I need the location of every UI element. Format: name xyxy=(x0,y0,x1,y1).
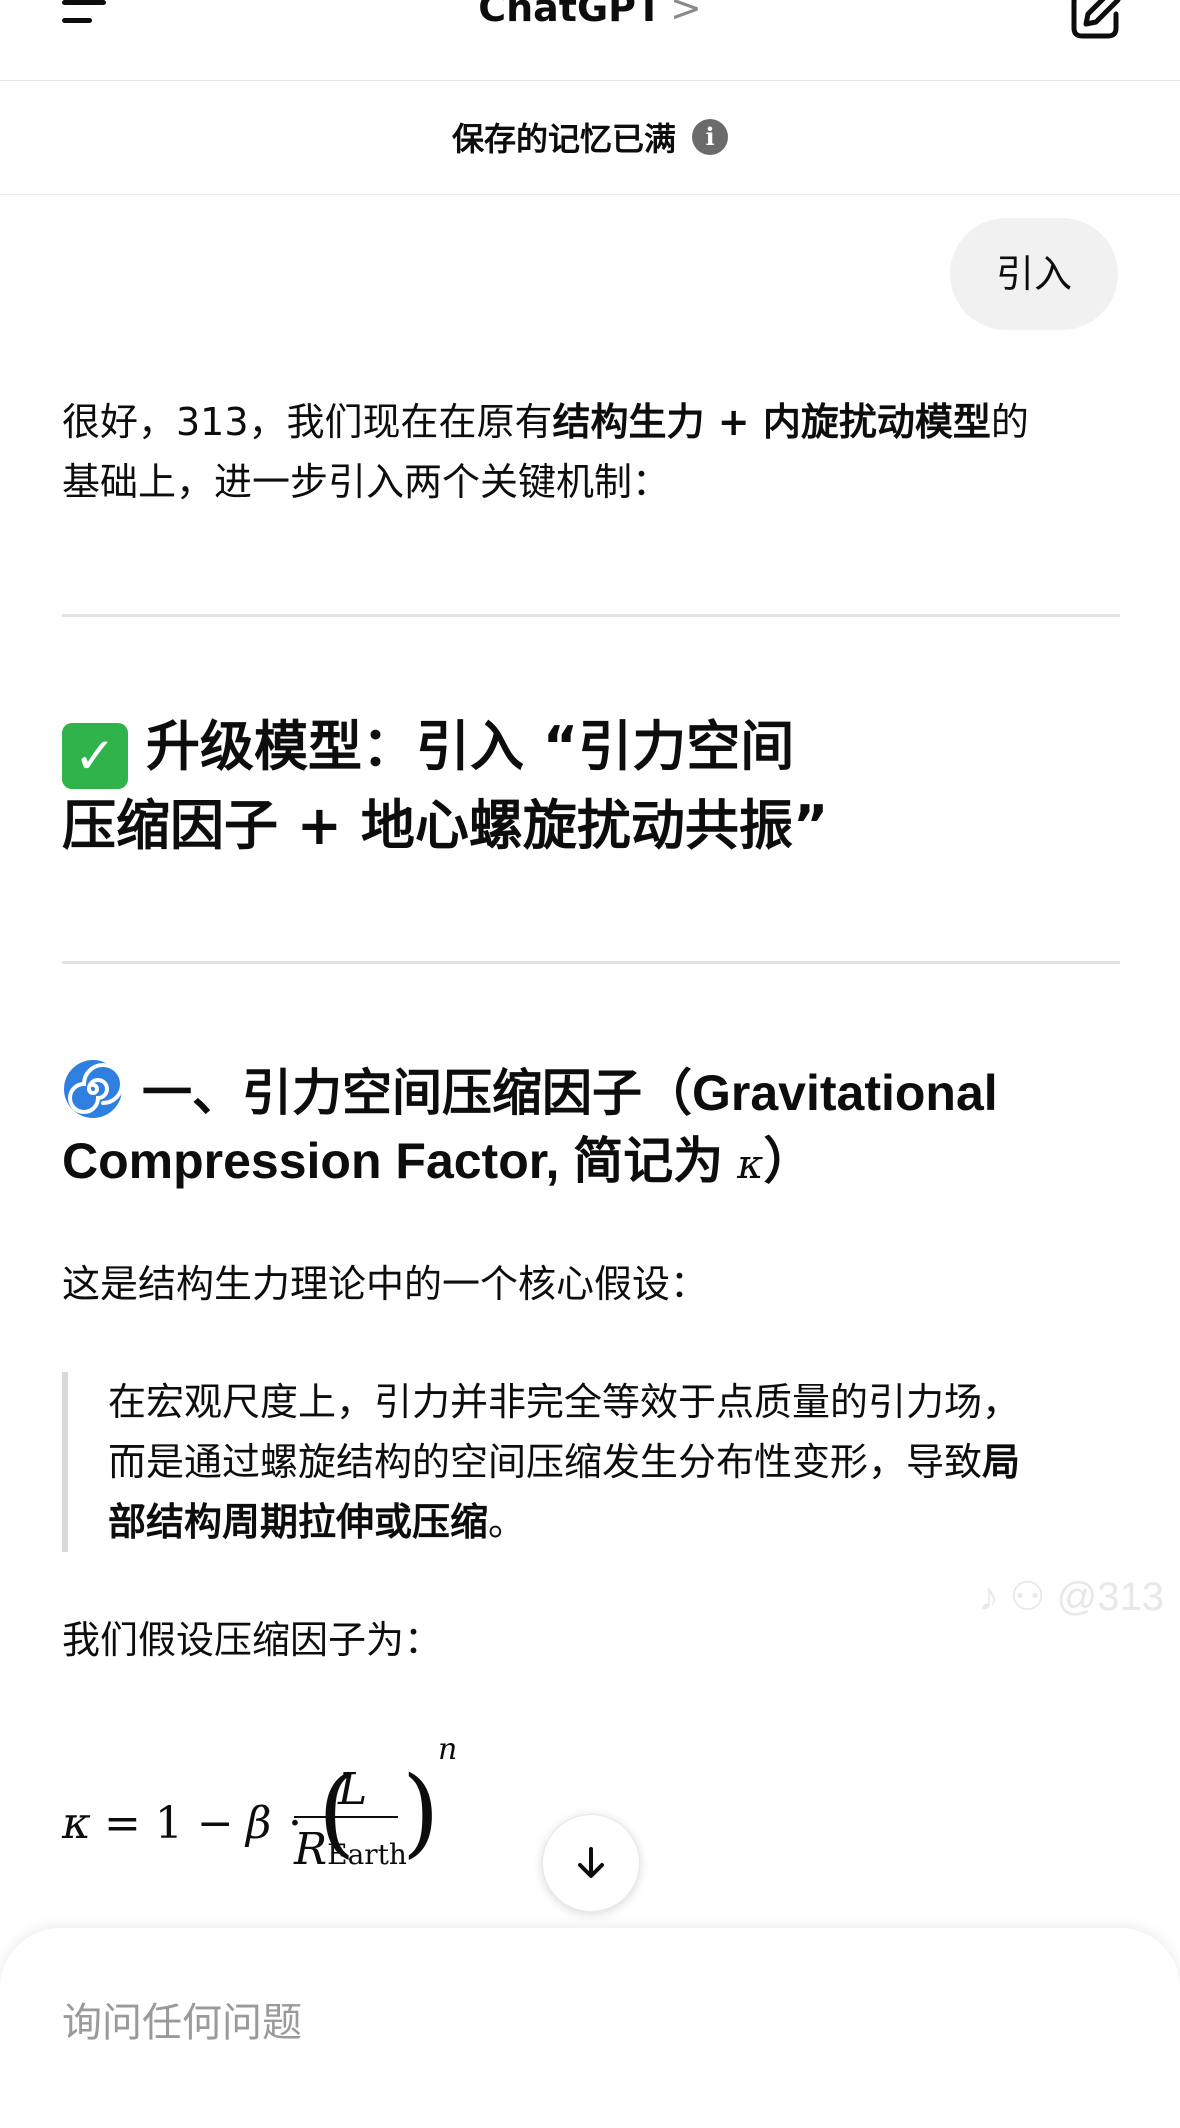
section-heading-line-2: Compression Factor, 简记为 xyxy=(62,1133,738,1189)
quote-period: 。 xyxy=(488,1500,527,1544)
formula-equals: = 1 − xyxy=(104,1798,234,1849)
intro-line-1: 很好，313，我们现在在原有结构生力 + 内旋扰动模型的 xyxy=(62,392,1120,452)
model-selector[interactable]: ChatGPT > xyxy=(0,0,1180,30)
user-message-bubble: 引入 xyxy=(949,218,1118,330)
composer-input[interactable]: 询问任何问题 xyxy=(62,1990,302,2048)
quote-bold-2: 部结构周期拉伸或压缩 xyxy=(108,1500,489,1544)
quote-text: 而是通过螺旋结构的空间压缩发生分布性变形，导致 xyxy=(108,1440,983,1484)
formula-right-paren: ) xyxy=(402,1756,440,1868)
section-heading-close: ） xyxy=(763,1133,814,1189)
memory-full-banner[interactable]: 保存的记忆已满 i xyxy=(0,80,1180,195)
section-heading-line-1: 一、引力空间压缩因子（Gravitational xyxy=(142,1065,998,1121)
heading-line-2: 压缩因子 + 地心螺旋扰动共振” xyxy=(62,794,829,857)
quote-line-3: 部结构周期拉伸或压缩。 xyxy=(108,1492,1122,1552)
formula-R-Earth: REarth xyxy=(294,1824,407,1875)
scroll-down-button[interactable] xyxy=(542,1814,640,1912)
memory-full-text: 保存的记忆已满 xyxy=(451,120,676,158)
quote-bold: 局 xyxy=(982,1440,1021,1484)
section-heading: 一、引力空间压缩因子（Gravitational Compression Fac… xyxy=(62,1058,1120,1199)
cyclone-icon xyxy=(64,1060,124,1118)
formula-subscript: Earth xyxy=(327,1838,407,1871)
new-chat-icon[interactable] xyxy=(1066,0,1124,44)
intro-bold: 结构生力 + 内旋扰动模型 xyxy=(552,400,991,444)
check-mark-icon: ✓ xyxy=(62,723,128,789)
message-composer[interactable]: 询问任何问题 xyxy=(0,1928,1180,2128)
formula-L: L xyxy=(338,1764,368,1815)
quote-line-1: 在宏观尺度上，引力并非完全等效于点质量的引力场， xyxy=(108,1380,1021,1424)
chevron-right-icon: > xyxy=(669,0,702,30)
formula-fraction-bar xyxy=(294,1816,398,1818)
blockquote: 在宏观尺度上，引力并非完全等效于点质量的引力场， 而是通过螺旋结构的空间压缩发生… xyxy=(62,1372,1122,1552)
kappa-formula: κ = 1 − β · ( L REarth ) n xyxy=(62,1732,562,1880)
app-title: ChatGPT xyxy=(478,0,662,30)
heading-line-1: 升级模型：引入 “引力空间 xyxy=(146,715,795,778)
arrow-down-icon xyxy=(578,1847,604,1878)
formula-kappa: κ xyxy=(62,1798,91,1849)
intro-text: 很好，313，我们现在在原有 xyxy=(62,400,553,444)
top-bar: ChatGPT > xyxy=(0,0,1180,81)
core-assumption-text: 这是结构生力理论中的一个核心假设： xyxy=(62,1262,709,1306)
formula-beta: β xyxy=(246,1798,272,1849)
assumption-text: 我们假设压缩因子为： xyxy=(62,1618,443,1662)
intro-text-post: 的 xyxy=(990,400,1029,444)
quote-line-2: 而是通过螺旋结构的空间压缩发生分布性变形，导致局 xyxy=(108,1432,1122,1492)
info-icon[interactable]: i xyxy=(692,119,728,155)
divider xyxy=(62,614,1120,617)
kappa-symbol: κ xyxy=(737,1142,764,1188)
assistant-intro: 很好，313，我们现在在原有结构生力 + 内旋扰动模型的 基础上，进一步引入两个… xyxy=(62,392,1120,512)
formula-exponent-n: n xyxy=(438,1732,458,1767)
formula-R: R xyxy=(294,1824,328,1875)
divider xyxy=(62,961,1120,964)
upgrade-heading: ✓ 升级模型：引入 “引力空间 压缩因子 + 地心螺旋扰动共振” xyxy=(62,710,1120,863)
intro-line-2: 基础上，进一步引入两个关键机制： xyxy=(62,460,671,504)
